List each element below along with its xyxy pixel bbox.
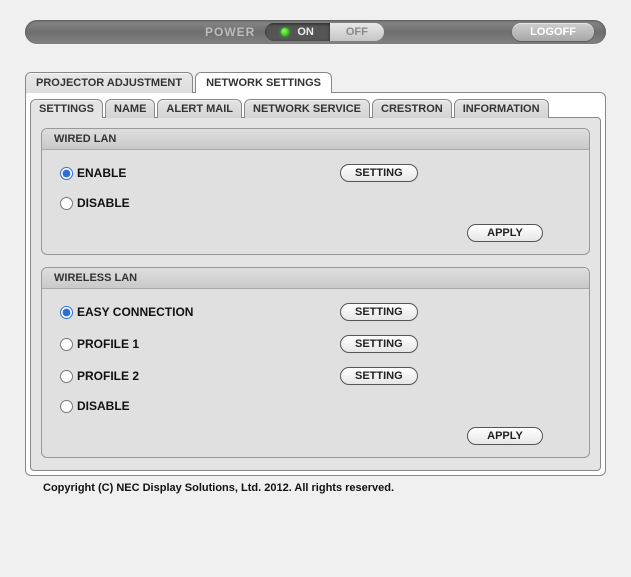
settings-panel: WIRED LAN ENABLE SETTING bbox=[30, 117, 601, 471]
wired-lan-title: WIRED LAN bbox=[42, 129, 589, 150]
tab-network-settings[interactable]: NETWORK SETTINGS bbox=[195, 72, 332, 93]
wireless-profile1-setting-button[interactable]: SETTING bbox=[340, 335, 418, 353]
subtab-settings[interactable]: SETTINGS bbox=[30, 99, 103, 118]
wireless-profile1-label: PROFILE 1 bbox=[77, 337, 139, 351]
wireless-profile2-option[interactable]: PROFILE 2 bbox=[60, 369, 340, 383]
wired-lan-group: WIRED LAN ENABLE SETTING bbox=[41, 128, 590, 255]
wireless-easy-option[interactable]: EASY CONNECTION bbox=[60, 305, 340, 319]
wired-lan-body: ENABLE SETTING DISABLE bbox=[42, 150, 589, 254]
wireless-apply-button[interactable]: APPLY bbox=[467, 427, 543, 445]
wireless-profile2-setting-button[interactable]: SETTING bbox=[340, 367, 418, 385]
wireless-profile1-radio[interactable] bbox=[60, 338, 73, 351]
wireless-easy-radio[interactable] bbox=[60, 306, 73, 319]
subtab-name[interactable]: NAME bbox=[105, 99, 155, 118]
wireless-disable-label: DISABLE bbox=[77, 399, 130, 413]
logoff-label: LOGOFF bbox=[530, 26, 576, 38]
power-indicator-icon bbox=[281, 28, 289, 36]
subtabs-container: SETTINGS NAME ALERT MAIL NETWORK SERVICE… bbox=[25, 92, 606, 476]
wireless-lan-body: EASY CONNECTION SETTING PROFILE 1 SET bbox=[42, 289, 589, 457]
wireless-profile1-option[interactable]: PROFILE 1 bbox=[60, 337, 340, 351]
power-on-button[interactable]: ON bbox=[265, 23, 330, 41]
wireless-easy-label: EASY CONNECTION bbox=[77, 305, 193, 319]
power-off-button[interactable]: OFF bbox=[330, 23, 384, 41]
wireless-disable-option[interactable]: DISABLE bbox=[60, 399, 340, 413]
subtab-alert-mail[interactable]: ALERT MAIL bbox=[157, 99, 242, 118]
power-toggle: ON OFF bbox=[265, 23, 384, 41]
subtab-information[interactable]: INFORMATION bbox=[454, 99, 549, 118]
wired-enable-label: ENABLE bbox=[77, 166, 126, 180]
sub-tabs: SETTINGS NAME ALERT MAIL NETWORK SERVICE… bbox=[30, 99, 601, 118]
wired-disable-label: DISABLE bbox=[77, 196, 130, 210]
main-content: PROJECTOR ADJUSTMENT NETWORK SETTINGS SE… bbox=[0, 72, 631, 494]
power-on-label: ON bbox=[297, 23, 314, 41]
wired-apply-button[interactable]: APPLY bbox=[467, 224, 543, 242]
wired-setting-button[interactable]: SETTING bbox=[340, 164, 418, 182]
wired-disable-option[interactable]: DISABLE bbox=[60, 196, 340, 210]
subtab-network-service[interactable]: NETWORK SERVICE bbox=[244, 99, 370, 118]
wireless-profile2-label: PROFILE 2 bbox=[77, 369, 139, 383]
tab-projector-adjustment[interactable]: PROJECTOR ADJUSTMENT bbox=[25, 72, 193, 93]
wireless-profile2-radio[interactable] bbox=[60, 370, 73, 383]
wireless-disable-radio[interactable] bbox=[60, 400, 73, 413]
wired-enable-radio[interactable] bbox=[60, 167, 73, 180]
wireless-lan-group: WIRELESS LAN EASY CONNECTION SETTING bbox=[41, 267, 590, 458]
copyright-text: Copyright (C) NEC Display Solutions, Ltd… bbox=[25, 476, 606, 494]
wireless-lan-title: WIRELESS LAN bbox=[42, 268, 589, 289]
power-label: POWER bbox=[205, 25, 255, 39]
wired-enable-option[interactable]: ENABLE bbox=[60, 166, 340, 180]
main-tabs: PROJECTOR ADJUSTMENT NETWORK SETTINGS bbox=[25, 72, 606, 93]
wireless-easy-setting-button[interactable]: SETTING bbox=[340, 303, 418, 321]
power-off-label: OFF bbox=[346, 26, 368, 38]
subtab-crestron[interactable]: CRESTRON bbox=[372, 99, 452, 118]
wired-disable-radio[interactable] bbox=[60, 197, 73, 210]
top-toolbar: POWER ON OFF LOGOFF bbox=[25, 20, 606, 44]
logoff-button[interactable]: LOGOFF bbox=[512, 23, 594, 41]
